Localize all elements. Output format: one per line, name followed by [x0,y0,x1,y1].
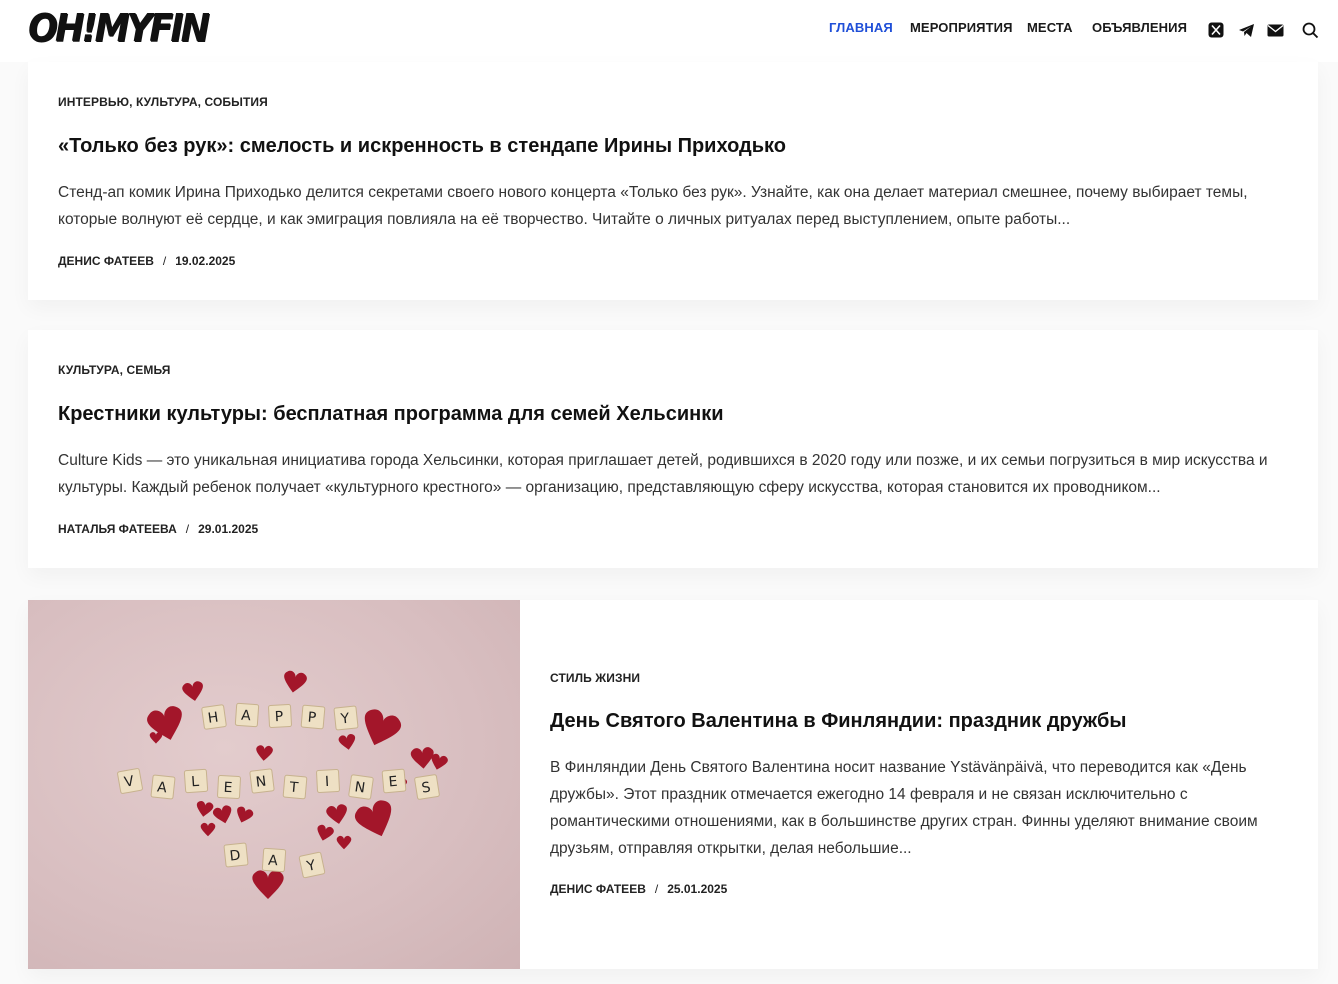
heart-shape [284,670,307,693]
post-card: HAPPYVALENTINESDAY СТИЛЬ ЖИЗНИ День Свят… [28,600,1318,969]
meta-separator: / [162,254,167,268]
scrabble-tile: Y [298,851,326,879]
svg-text:E: E [223,780,233,796]
x-twitter-icon[interactable] [1206,20,1226,40]
scrabble-tile: N [249,768,275,794]
nav-item-home[interactable]: ГЛАВНАЯ [829,20,893,35]
heart-shape [252,870,284,899]
heart-shape [200,822,216,837]
post-author[interactable]: ДЕНИС ФАТЕЕВ [58,254,154,268]
site-logo[interactable]: OH!MYFIN [28,6,223,50]
post-meta: ДЕНИС ФАТЕЕВ / 19.02.2025 [58,254,235,268]
nav-item-places[interactable]: МЕСТА [1027,20,1073,35]
scrabble-tile: T [282,774,308,800]
scrabble-tile: E [381,768,407,794]
heart-shape [410,747,434,769]
scrabble-tile: D [223,842,249,868]
heart-shape [256,745,273,761]
scrabble-tile: P [268,704,292,728]
svg-text:P: P [274,709,283,725]
heart-shape [364,709,401,746]
scrabble-tile: A [234,702,260,728]
post-author[interactable]: ДЕНИС ФАТЕЕВ [550,882,646,896]
post-meta: ДЕНИС ФАТЕЕВ / 25.01.2025 [550,882,727,896]
svg-text:E: E [388,774,398,791]
scrabble-tile: V [117,768,143,794]
post-title[interactable]: «Только без рук»: смелость и искренность… [58,135,786,158]
post-card: КУЛЬТУРА, СЕМЬЯ Крестники культуры: бесп… [28,330,1318,568]
post-excerpt: Culture Kids — это уникальная инициатива… [58,452,1268,496]
post-title[interactable]: Крестники культуры: бесплатная программа… [58,403,724,426]
heart-shape [237,806,254,823]
heart-shape [317,824,334,841]
post-categories[interactable]: КУЛЬТУРА, СЕМЬЯ [58,363,171,377]
scrabble-tile: N [348,774,374,800]
heart-shape [182,681,203,701]
mail-icon[interactable] [1265,20,1285,40]
post-title[interactable]: День Святого Валентина в Финляндии: праз… [550,710,1126,733]
svg-text:T: T [288,779,299,796]
post-categories[interactable]: СТИЛЬ ЖИЗНИ [550,671,640,685]
post-excerpt: В Финляндии День Святого Валентина носит… [550,759,1258,857]
heart-shape [338,734,356,750]
scrabble-tile: A [261,847,287,873]
scrabble-tile: S [414,774,440,800]
nav-item-ads[interactable]: ОБЪЯВЛЕНИЯ [1092,20,1187,35]
meta-separator: / [185,522,190,536]
header-icons [1206,20,1326,42]
logo-text: OH!MYFIN [28,6,210,50]
heart-shape [326,804,347,824]
scrabble-tile: A [150,774,176,800]
site-header: OH!MYFIN ГЛАВНАЯ МЕРОПРИЯТИЯ МЕСТА ОБЪЯВ… [0,0,1338,62]
post-categories[interactable]: ИНТЕРВЬЮ, КУЛЬТУРА, СОБЫТИЯ [58,95,268,109]
nav-item-events[interactable]: МЕРОПРИЯТИЯ [910,20,1013,35]
scrabble-tile: E [217,775,241,799]
svg-text:P: P [307,710,317,727]
post-meta: НАТАЛЬЯ ФАТЕЕВА / 29.01.2025 [58,522,258,536]
svg-text:H: H [207,709,220,726]
svg-text:L: L [191,774,200,791]
post-excerpt: Стенд-ап комик Ирина Приходько делится с… [58,184,1248,228]
svg-text:N: N [354,779,367,796]
scrabble-tile: I [316,769,340,793]
scrabble-tile: Y [333,705,359,731]
valentine-scrabble-image: H A P P YV A L E N T I N E SD A Y [117,670,448,899]
heart-shape [149,732,163,744]
post-thumbnail[interactable]: HAPPYVALENTINESDAY [28,600,520,969]
meta-separator: / [654,882,659,896]
svg-text:N: N [255,774,267,791]
scrabble-tile: L [183,768,209,794]
post-date: 19.02.2025 [175,254,236,268]
heart-shape [355,800,392,837]
search-icon[interactable] [1300,20,1320,40]
svg-text:D: D [229,848,241,865]
post-author[interactable]: НАТАЛЬЯ ФАТЕЕВА [58,522,177,536]
telegram-icon[interactable] [1236,20,1256,40]
post-date: 25.01.2025 [667,882,728,896]
svg-text:A: A [241,708,252,725]
heart-shape [196,801,214,817]
post-card: ИНТЕРВЬЮ, КУЛЬТУРА, СОБЫТИЯ «Только без … [28,62,1318,300]
post-date: 29.01.2025 [198,522,259,536]
svg-text:I: I [325,774,330,790]
heart-shape [212,805,232,824]
heart-shape [336,835,352,850]
svg-text:A: A [268,853,279,870]
scrabble-tile: H [201,704,227,730]
scrabble-tile: P [300,704,326,730]
